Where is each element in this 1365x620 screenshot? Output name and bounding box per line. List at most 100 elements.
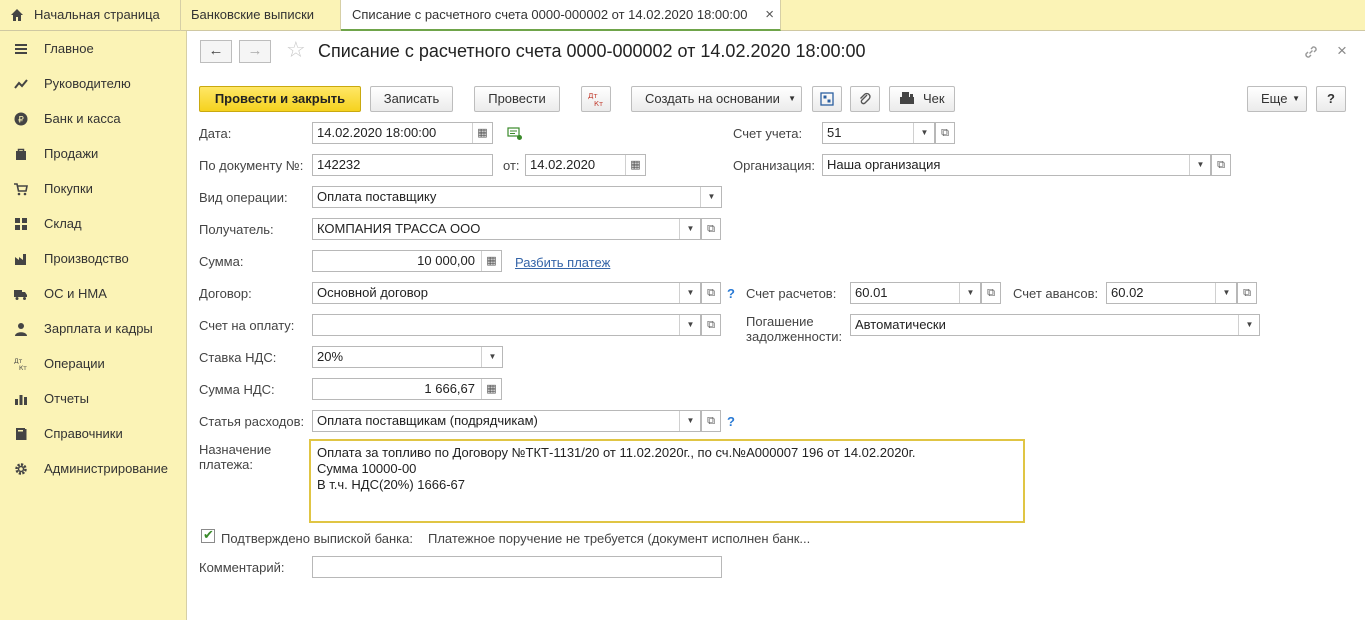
chevron-down-icon[interactable]: ▼: [1238, 315, 1259, 335]
sidebar-item-sales[interactable]: Продажи: [0, 143, 186, 165]
sidebar-item-operations[interactable]: Дт Кт Операции: [0, 353, 186, 375]
sidebar-item-reports[interactable]: Отчеты: [0, 388, 186, 410]
tab-document[interactable]: Списание с расчетного счета 0000-000002 …: [341, 0, 781, 31]
doc-number-field[interactable]: 142232: [312, 154, 493, 176]
debt-repayment-select[interactable]: Автоматически ▼: [850, 314, 1260, 336]
calendar-icon[interactable]: ▦: [625, 155, 645, 175]
sidebar-item-production[interactable]: Производство: [0, 248, 186, 270]
sidebar-item-label: Администрирование: [44, 461, 168, 476]
open-expense-item-button[interactable]: ⧉: [701, 410, 721, 432]
vat-sum-field[interactable]: 1 666,67 ▦: [312, 378, 502, 400]
chevron-down-icon[interactable]: ▼: [700, 187, 721, 207]
close-icon[interactable]: ×: [1337, 41, 1347, 61]
invoice-select[interactable]: ▼: [312, 314, 701, 336]
split-payment-link[interactable]: Разбить платеж: [515, 255, 610, 270]
open-invoice-button[interactable]: ⧉: [701, 314, 721, 336]
organization-label: Организация:: [733, 158, 816, 173]
calculator-icon[interactable]: ▦: [481, 379, 501, 399]
settlement-account-label: Счет расчетов:: [746, 286, 837, 301]
chevron-down-icon[interactable]: ▼: [913, 123, 934, 143]
recipient-value: КОМПАНИЯ ТРАССА ООО: [317, 221, 481, 236]
payment-purpose-textarea[interactable]: Оплата за топливо по Договору №ТКТ-1131/…: [309, 439, 1025, 523]
chevron-down-icon[interactable]: ▼: [1189, 155, 1210, 175]
post-and-close-button[interactable]: Провести и закрыть: [199, 86, 361, 112]
chart-line-icon: [14, 79, 28, 89]
sidebar-item-bank[interactable]: ₽ Банк и касса: [0, 108, 186, 130]
sidebar-item-label: Операции: [44, 356, 105, 371]
open-settlement-account-button[interactable]: ⧉: [981, 282, 1001, 304]
expense-help-icon[interactable]: ?: [727, 414, 735, 429]
chevron-down-icon[interactable]: ▼: [679, 315, 700, 335]
bar-chart-icon: [15, 395, 27, 405]
from-date-field[interactable]: 14.02.2020 ▦: [525, 154, 646, 176]
open-organization-button[interactable]: ⧉: [1211, 154, 1231, 176]
link-icon[interactable]: [1303, 44, 1319, 60]
purpose-label-line-2: платежа:: [199, 457, 253, 472]
contract-select[interactable]: Основной договор ▼: [312, 282, 701, 304]
post-button[interactable]: Провести: [474, 86, 560, 112]
receipt-label: Чек: [923, 91, 945, 106]
sidebar-item-label: Зарплата и кадры: [44, 321, 153, 336]
calculator-icon[interactable]: ▦: [481, 251, 501, 271]
sidebar-item-manager[interactable]: Руководителю: [0, 73, 186, 95]
tab-close-icon[interactable]: ×: [765, 0, 774, 30]
back-button[interactable]: ←: [200, 40, 232, 63]
sidebar-item-label: Производство: [44, 251, 129, 266]
dt-kt-icon: ДтКт: [14, 358, 27, 371]
tab-bank-statements[interactable]: Банковские выписки: [181, 0, 341, 31]
sidebar-item-label: Покупки: [44, 181, 93, 196]
chevron-down-icon[interactable]: ▼: [679, 219, 700, 239]
receipt-button[interactable]: Чек: [889, 86, 955, 112]
favorite-star-icon[interactable]: ☆: [286, 39, 306, 61]
create-based-on-button[interactable]: Создать на основании ▼: [631, 86, 802, 112]
expense-item-select[interactable]: Оплата поставщикам (подрядчикам) ▼: [312, 410, 701, 432]
chevron-down-icon[interactable]: ▼: [481, 347, 502, 367]
dt-kt-button[interactable]: Дт Кт: [581, 86, 611, 112]
attach-button[interactable]: [850, 86, 880, 112]
contract-help-icon[interactable]: ?: [727, 286, 735, 301]
bank-confirmed-checkbox[interactable]: ✔: [201, 527, 215, 543]
edit-number-icon[interactable]: [507, 127, 523, 141]
open-account-button[interactable]: ⧉: [935, 122, 955, 144]
date-field[interactable]: 14.02.2020 18:00:00 ▦: [312, 122, 493, 144]
sidebar-item-purchases[interactable]: Покупки: [0, 178, 186, 200]
sum-value: 10 000,00: [417, 253, 475, 268]
vat-rate-select[interactable]: 20% ▼: [312, 346, 503, 368]
contract-label: Договор:: [199, 286, 252, 301]
comment-field[interactable]: [312, 556, 722, 578]
truck-icon: [14, 290, 27, 300]
sidebar-item-warehouse[interactable]: Склад: [0, 213, 186, 235]
chevron-down-icon[interactable]: ▼: [959, 283, 980, 303]
from-label: от:: [503, 158, 520, 173]
sidebar-item-directories[interactable]: Справочники: [0, 423, 186, 445]
forward-button[interactable]: →: [239, 40, 271, 63]
expense-item-label: Статья расходов:: [199, 414, 305, 429]
sidebar-item-label: Руководителю: [44, 76, 131, 91]
recipient-label: Получатель:: [199, 222, 274, 237]
recipient-select[interactable]: КОМПАНИЯ ТРАССА ООО ▼: [312, 218, 701, 240]
open-contract-button[interactable]: ⧉: [701, 282, 721, 304]
sum-field[interactable]: 10 000,00 ▦: [312, 250, 502, 272]
settlement-account-select[interactable]: 60.01 ▼: [850, 282, 981, 304]
operation-type-select[interactable]: Оплата поставщику ▼: [312, 186, 722, 208]
organization-select[interactable]: Наша организация ▼: [822, 154, 1211, 176]
sidebar-item-admin[interactable]: Администрирование: [0, 458, 186, 480]
tab-home[interactable]: Начальная страница: [0, 0, 181, 31]
more-button[interactable]: Еще ▼: [1247, 86, 1307, 112]
save-button[interactable]: Записать: [370, 86, 453, 112]
checkmark-icon: ✔: [203, 527, 214, 542]
sidebar-item-fixed-assets[interactable]: ОС и НМА: [0, 283, 186, 305]
sidebar-item-salary[interactable]: Зарплата и кадры: [0, 318, 186, 340]
calendar-icon[interactable]: ▦: [472, 123, 492, 143]
account-select[interactable]: 51 ▼: [822, 122, 935, 144]
sidebar-item-main[interactable]: Главное: [0, 38, 186, 60]
advance-account-select[interactable]: 60.02 ▼: [1106, 282, 1237, 304]
help-button[interactable]: ?: [1316, 86, 1346, 112]
chevron-down-icon[interactable]: ▼: [1215, 283, 1236, 303]
open-recipient-button[interactable]: ⧉: [701, 218, 721, 240]
cash-register-icon: [900, 92, 915, 104]
chevron-down-icon[interactable]: ▼: [679, 411, 700, 431]
structure-button[interactable]: [812, 86, 842, 112]
chevron-down-icon[interactable]: ▼: [679, 283, 700, 303]
open-advance-account-button[interactable]: ⧉: [1237, 282, 1257, 304]
